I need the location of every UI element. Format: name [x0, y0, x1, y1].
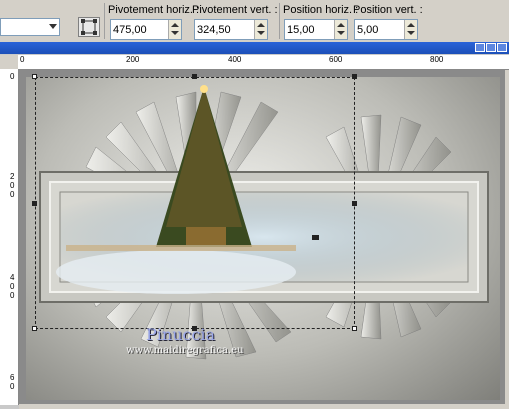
spin-up-icon[interactable] — [257, 23, 265, 27]
position-vertical-input-box[interactable] — [354, 19, 418, 40]
pivot-vertical-spinner[interactable] — [254, 20, 267, 39]
toolbar-separator — [279, 3, 280, 39]
rotation-handle[interactable] — [312, 235, 319, 240]
ruler-left-label: 4 — [10, 273, 15, 282]
ruler-top: 0 200 400 600 800 — [18, 55, 509, 70]
transform-handle-bottom-left[interactable] — [32, 326, 37, 331]
position-vertical-input[interactable] — [357, 22, 397, 37]
transform-handle-top-right[interactable] — [352, 74, 357, 79]
transform-handle-left[interactable] — [32, 201, 37, 206]
ruler-top-label: 800 — [430, 55, 444, 64]
chevron-down-icon[interactable] — [49, 24, 57, 29]
spin-down-icon[interactable] — [257, 31, 265, 35]
ruler-corner — [0, 55, 18, 69]
ruler-top-label: 400 — [228, 55, 242, 64]
maximize-icon[interactable] — [486, 43, 496, 52]
pivot-horizontal-spinner[interactable] — [168, 20, 181, 39]
position-vertical-spinner[interactable] — [404, 20, 417, 39]
pivot-horizontal-input-box[interactable] — [110, 19, 182, 40]
ruler-top-label: 0 — [20, 55, 25, 64]
pivot-vertical-label: Pivotement vert. : — [192, 4, 278, 16]
tool-options-bar: Pivotement horiz. : Pivotement vert. : P… — [0, 0, 509, 43]
ruler-left-label: 0 — [10, 190, 15, 199]
ruler-left-label: 0 — [10, 291, 15, 300]
ruler-left-label: 6 — [10, 373, 15, 382]
pivot-vertical-input[interactable] — [197, 22, 237, 37]
image-canvas[interactable]: Pinuccia www.maidiregrafica.eu — [26, 74, 500, 400]
ruler-top-label: 600 — [329, 55, 343, 64]
ruler-left-label: 0 — [10, 382, 15, 391]
ruler-left-label: 0 — [10, 181, 15, 190]
transform-handle-top[interactable] — [192, 74, 197, 79]
transform-handle-bottom-right[interactable] — [352, 326, 357, 331]
ruler-left-label: 0 — [10, 72, 15, 81]
transform-handle-right[interactable] — [352, 201, 357, 206]
pivot-vertical-input-box[interactable] — [194, 19, 268, 40]
pick-tool-mode-icon[interactable] — [78, 17, 100, 37]
horizontal-scrollbar[interactable] — [19, 404, 509, 409]
ruler-top-label: 200 — [126, 55, 140, 64]
watermark-signature: Pinuccia — [146, 325, 216, 344]
transform-handle-top-left[interactable] — [32, 74, 37, 79]
vertical-scrollbar[interactable] — [505, 70, 509, 409]
spin-down-icon[interactable] — [407, 31, 415, 35]
minimize-icon[interactable] — [475, 43, 485, 52]
spin-up-icon[interactable] — [171, 23, 179, 27]
preset-dropdown[interactable] — [0, 18, 60, 36]
position-horizontal-spinner[interactable] — [334, 20, 347, 39]
position-horizontal-input[interactable] — [287, 22, 327, 37]
canvas-area[interactable]: Pinuccia www.maidiregrafica.eu — [19, 70, 505, 404]
spin-up-icon[interactable] — [337, 23, 345, 27]
close-icon[interactable] — [497, 43, 507, 52]
position-vertical-label: Position vert. : — [353, 4, 423, 16]
spin-up-icon[interactable] — [407, 23, 415, 27]
pivot-horizontal-label: Pivotement horiz. : — [108, 4, 200, 16]
document-title-bar — [0, 42, 509, 54]
position-horizontal-input-box[interactable] — [284, 19, 348, 40]
spin-down-icon[interactable] — [171, 31, 179, 35]
spin-down-icon[interactable] — [337, 31, 345, 35]
position-horizontal-label: Position horiz. : — [283, 4, 359, 16]
pivot-horizontal-input[interactable] — [113, 22, 153, 37]
ruler-left-label: 2 — [10, 172, 15, 181]
toolbar-separator — [104, 3, 105, 39]
watermark-url: www.maidiregrafica.eu — [126, 345, 244, 356]
ruler-left-label: 0 — [10, 282, 15, 291]
selection-marquee[interactable] — [35, 77, 355, 329]
ruler-left: 0 2 0 0 4 0 0 6 0 — [0, 69, 19, 405]
